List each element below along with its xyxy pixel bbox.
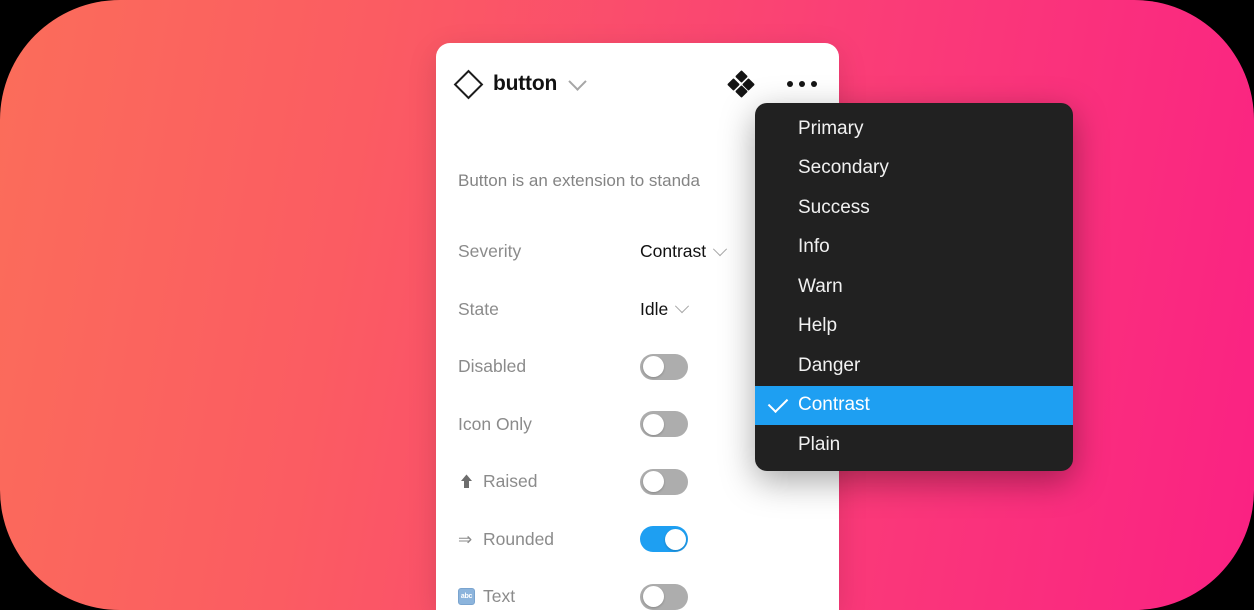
chevron-down-icon[interactable] <box>568 71 587 91</box>
disabled-toggle[interactable] <box>640 353 688 380</box>
menu-item-plain[interactable]: Plain <box>755 425 1073 465</box>
menu-item-label: Info <box>798 236 830 258</box>
disabled-label-text: Disabled <box>458 356 527 377</box>
four-diamond-cluster-icon[interactable] <box>727 70 755 98</box>
menu-item-danger[interactable]: Danger <box>755 346 1073 386</box>
text-toggle-wrap <box>640 583 688 610</box>
check-icon <box>767 392 789 414</box>
raised-label-text: Raised <box>483 471 538 492</box>
toggle-knob <box>642 413 664 435</box>
page-title: button <box>493 72 558 95</box>
abc-icon: abc <box>458 588 475 606</box>
menu-item-label: Success <box>798 196 870 218</box>
severity-label-text: Severity <box>458 241 522 262</box>
rounded-shape-icon: ⇒ <box>458 529 473 549</box>
menu-item-label: Primary <box>798 117 864 139</box>
icon-only-toggle[interactable] <box>640 411 688 438</box>
up-arrow-icon <box>458 473 475 490</box>
toggle-knob <box>642 586 664 608</box>
menu-item-label: Plain <box>798 433 841 455</box>
property-label-severity: Severity <box>458 241 640 262</box>
property-label-state: State <box>458 299 640 320</box>
menu-item-warn[interactable]: Warn <box>755 267 1073 307</box>
severity-dropdown-menu: Primary Secondary Success Info Warn Help… <box>755 103 1073 471</box>
card-header-left[interactable]: button <box>453 69 729 99</box>
property-label-disabled: Disabled <box>458 356 640 377</box>
menu-item-label: Warn <box>798 275 843 297</box>
menu-item-secondary[interactable]: Secondary <box>755 149 1073 189</box>
rounded-toggle-wrap <box>640 526 688 553</box>
rounded-label-text: Rounded <box>483 528 555 549</box>
menu-item-label: Help <box>798 315 838 337</box>
raised-toggle-wrap <box>640 468 688 495</box>
toggle-knob <box>642 471 664 493</box>
screenshot-stage: button Button is an extension to standa … <box>0 0 1254 610</box>
icon-only-toggle-wrap <box>640 411 688 438</box>
severity-select[interactable]: Contrast <box>640 241 728 262</box>
diamond-outline-icon <box>453 69 484 99</box>
property-label-text: abc Text <box>458 586 640 607</box>
menu-item-success[interactable]: Success <box>755 188 1073 228</box>
menu-item-info[interactable]: Info <box>755 228 1073 268</box>
menu-item-contrast[interactable]: Contrast <box>755 385 1073 425</box>
property-label-raised: Raised <box>458 471 640 492</box>
property-row-text: abc Text <box>436 568 839 610</box>
icon-only-label-text: Icon Only <box>458 413 532 434</box>
severity-value: Contrast <box>640 241 707 262</box>
toggle-knob <box>664 528 686 550</box>
state-label-text: State <box>458 298 499 319</box>
text-label-text: Text <box>483 586 516 607</box>
property-label-rounded: ⇒ Rounded <box>458 529 640 550</box>
menu-item-label: Secondary <box>798 157 889 179</box>
state-select[interactable]: Idle <box>640 298 690 320</box>
text-toggle[interactable] <box>640 583 688 610</box>
menu-item-label: Danger <box>798 354 861 376</box>
menu-item-help[interactable]: Help <box>755 307 1073 347</box>
state-value: Idle <box>640 298 669 319</box>
disabled-toggle-wrap <box>640 353 688 380</box>
chevron-down-icon[interactable] <box>675 299 690 314</box>
raised-toggle[interactable] <box>640 468 688 495</box>
chevron-down-icon[interactable] <box>713 241 728 256</box>
toggle-knob <box>642 356 664 378</box>
property-label-icon-only: Icon Only <box>458 414 640 435</box>
rounded-toggle[interactable] <box>640 526 688 553</box>
menu-item-label: Contrast <box>798 394 870 416</box>
property-row-rounded: ⇒ Rounded <box>436 511 839 569</box>
menu-item-primary[interactable]: Primary <box>755 109 1073 149</box>
ellipsis-icon[interactable] <box>787 81 817 87</box>
card-header-right <box>727 70 817 98</box>
